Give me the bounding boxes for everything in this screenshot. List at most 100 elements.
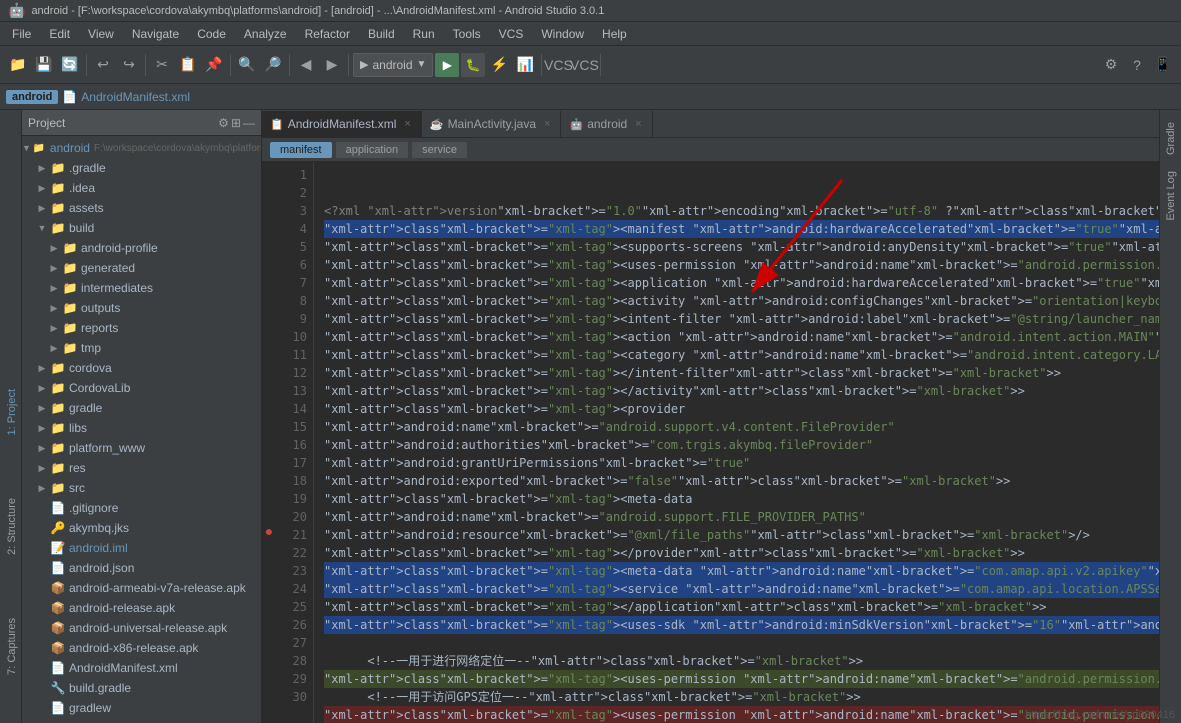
toolbar-paste-btn[interactable]: 📌 (202, 53, 226, 77)
tree-item-intermediates[interactable]: ▶📁intermediates (22, 278, 261, 298)
tree-icon-generated: 📁 (62, 260, 78, 276)
tree-icon-android-armeabi: 📦 (50, 580, 66, 596)
toolbar-replace-btn[interactable]: 🔎 (261, 53, 285, 77)
tab-android[interactable]: 🤖 android × (561, 111, 652, 137)
tree-item-platform_www[interactable]: ▶📁platform_www (22, 438, 261, 458)
tree-item-android-universal[interactable]: 📦android-universal-release.apk (22, 618, 261, 638)
code-line-21: "xml-attr">class"xml-bracket">="xml-tag"… (324, 562, 1159, 580)
menu-build[interactable]: Build (360, 25, 403, 43)
toolbar-search-btn[interactable]: 🔍 (235, 53, 259, 77)
subtab-service[interactable]: service (412, 142, 467, 158)
help-btn[interactable]: ? (1125, 53, 1149, 77)
header-settings-icon[interactable]: ⚙ (218, 116, 229, 130)
tree-item-gradlew[interactable]: 📄gradlew (22, 698, 261, 718)
project-tab[interactable]: 1: Project (2, 381, 22, 443)
tree-item-generated[interactable]: ▶📁generated (22, 258, 261, 278)
run-config-dropdown[interactable]: ▶ android ▼ (353, 53, 433, 77)
tree-item-res[interactable]: ▶📁res (22, 458, 261, 478)
vcs-btn[interactable]: VCS (546, 53, 570, 77)
code-line-25 (324, 634, 1159, 652)
gradle-tab[interactable]: Gradle (1162, 114, 1180, 163)
header-collapse-icon[interactable]: — (243, 116, 255, 130)
tree-item-android-iml[interactable]: 📝android.iml (22, 538, 261, 558)
tree-item-outputs[interactable]: ▶📁outputs (22, 298, 261, 318)
tree-icon-android-universal: 📦 (50, 620, 66, 636)
toolbar-open-btn[interactable]: 📁 (6, 53, 30, 77)
header-expand-icon[interactable]: ⊞ (231, 116, 241, 130)
manifest-tab-close[interactable]: × (404, 118, 410, 130)
event-log-tab[interactable]: Event Log (1162, 163, 1180, 229)
code-line-7: "xml-attr">class"xml-bracket">="xml-tag"… (324, 310, 1159, 328)
root-label: android (50, 141, 90, 155)
menu-view[interactable]: View (80, 25, 122, 43)
toolbar-back-btn[interactable]: ◀ (294, 53, 318, 77)
toolbar-cut-btn[interactable]: ✂ (150, 53, 174, 77)
menu-tools[interactable]: Tools (445, 25, 489, 43)
tree-item-build[interactable]: ▼📁build (22, 218, 261, 238)
menu-refactor[interactable]: Refactor (297, 25, 358, 43)
toolbar-copy-btn[interactable]: 📋 (176, 53, 200, 77)
captures-tab[interactable]: 7: Captures (2, 610, 22, 683)
left-side-tabs: 1: Project 2: Structure 7: Captures (0, 110, 22, 723)
tree-item-android-profile[interactable]: ▶📁android-profile (22, 238, 261, 258)
tree-root[interactable]: ▼ 📁 android F:\workspace\cordova\akymbq\… (22, 138, 261, 158)
menu-code[interactable]: Code (189, 25, 234, 43)
tree-item-libs[interactable]: ▶📁libs (22, 418, 261, 438)
android-device-btn[interactable]: 📱 (1151, 53, 1175, 77)
menu-file[interactable]: File (4, 25, 39, 43)
project-header-icons: ⚙ ⊞ — (218, 116, 255, 130)
structure-tab[interactable]: 2: Structure (2, 490, 22, 563)
settings-btn[interactable]: ⚙ (1099, 53, 1123, 77)
android-tab-close[interactable]: × (635, 118, 641, 130)
tree-item-android-x86[interactable]: 📦android-x86-release.apk (22, 638, 261, 658)
tree-item-android-armeabi[interactable]: 📦android-armeabi-v7a-release.apk (22, 578, 261, 598)
tree-item-src[interactable]: ▶📁src (22, 478, 261, 498)
toolbar-undo-btn[interactable]: ↩ (91, 53, 115, 77)
menu-window[interactable]: Window (533, 25, 592, 43)
tree-item-gitignore[interactable]: 📄.gitignore (22, 498, 261, 518)
tree-item-akymbq-jks[interactable]: 🔑akymbq.jks (22, 518, 261, 538)
debug-button[interactable]: 🐛 (461, 53, 485, 77)
menu-navigate[interactable]: Navigate (124, 25, 187, 43)
tab-android-manifest[interactable]: 📋 AndroidManifest.xml × (262, 111, 422, 137)
vcs2-btn[interactable]: VCS (572, 53, 596, 77)
tree-item-assets[interactable]: ▶📁assets (22, 198, 261, 218)
toolbar-refresh-btn[interactable]: 🔄 (58, 53, 82, 77)
tree-item-tmp[interactable]: ▶📁tmp (22, 338, 261, 358)
subtab-manifest[interactable]: manifest (270, 142, 332, 158)
breadcrumb-manifest-icon: 📄 (62, 90, 77, 104)
toolbar-redo-btn[interactable]: ↪ (117, 53, 141, 77)
menu-vcs[interactable]: VCS (491, 25, 532, 43)
toolbar-fwd-btn[interactable]: ▶ (320, 53, 344, 77)
menu-help[interactable]: Help (594, 25, 635, 43)
tree-item-reports[interactable]: ▶📁reports (22, 318, 261, 338)
coverage-btn[interactable]: ⚡ (487, 53, 511, 77)
menu-edit[interactable]: Edit (41, 25, 78, 43)
menu-analyze[interactable]: Analyze (236, 25, 295, 43)
tree-item-android-release[interactable]: 📦android-release.apk (22, 598, 261, 618)
breadcrumb-file-link[interactable]: AndroidManifest.xml (81, 90, 190, 104)
code-line-9: "xml-attr">class"xml-bracket">="xml-tag"… (324, 346, 1159, 364)
java-tab-label: MainActivity.java (448, 117, 536, 131)
tree-icon-platform_www: 📁 (50, 440, 66, 456)
tree-item-build-gradle[interactable]: 🔧build.gradle (22, 678, 261, 698)
run-button[interactable]: ▶ (435, 53, 459, 77)
tree-icon-outputs: 📁 (62, 300, 78, 316)
tree-item-idea[interactable]: ▶📁.idea (22, 178, 261, 198)
tree-item-CordovaLib[interactable]: ▶📁CordovaLib (22, 378, 261, 398)
code-line-15: "xml-attr">android:grantUriPermissions"x… (324, 454, 1159, 472)
tree-item-gradle-dir[interactable]: ▶📁gradle (22, 398, 261, 418)
menu-run[interactable]: Run (405, 25, 443, 43)
subtab-application[interactable]: application (336, 142, 409, 158)
code-line-27: "xml-attr">class"xml-bracket">="xml-tag"… (324, 670, 1159, 688)
tree-item-cordova[interactable]: ▶📁cordova (22, 358, 261, 378)
tree-icon-android-json: 📄 (50, 560, 66, 576)
code-content[interactable]: <?xml "xml-attr">version"xml-bracket">="… (314, 162, 1159, 723)
toolbar-save-btn[interactable]: 💾 (32, 53, 56, 77)
java-tab-close[interactable]: × (544, 118, 550, 130)
tree-item-AndroidManifest[interactable]: 📄AndroidManifest.xml (22, 658, 261, 678)
tree-item-android-json[interactable]: 📄android.json (22, 558, 261, 578)
tree-item-gradle[interactable]: ▶📁.gradle (22, 158, 261, 178)
tab-main-activity[interactable]: ☕ MainActivity.java × (422, 111, 562, 137)
profile-btn[interactable]: 📊 (513, 53, 537, 77)
